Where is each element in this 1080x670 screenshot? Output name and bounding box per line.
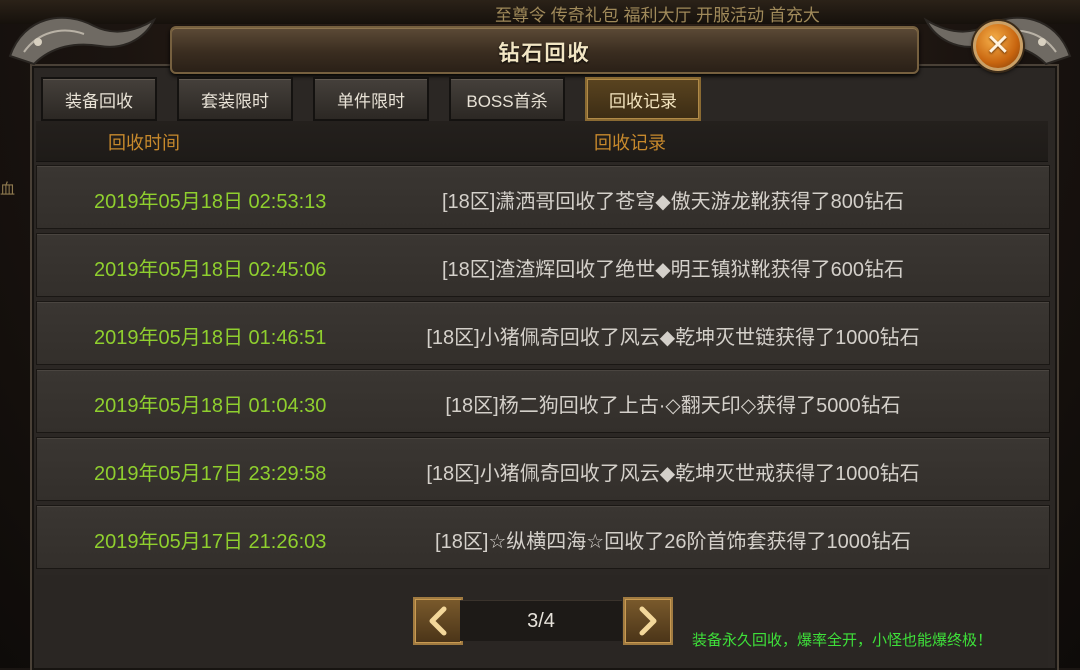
page-indicator: 3/4: [460, 600, 622, 641]
chevron-right-icon: [639, 606, 657, 636]
row-record: [18区]小猪佩奇回收了风云◆乾坤灭世链获得了1000钻石: [426, 327, 920, 349]
tab-set-limited[interactable]: 套装限时: [177, 77, 293, 121]
tab-single-limited[interactable]: 单件限时: [313, 77, 429, 121]
row-record: [18区]杨二狗回收了上古·◇翻天印◇获得了5000钻石: [445, 395, 901, 417]
row-time: 2019年05月18日 02:45:06: [94, 259, 327, 281]
row-record: [18区]渣渣辉回收了绝世◆明王镇狱靴获得了600钻石: [441, 259, 905, 281]
column-header-time: 回收时间: [108, 133, 180, 153]
close-button[interactable]: ✕: [973, 21, 1023, 71]
chevron-left-icon: [429, 606, 447, 636]
close-icon: ✕: [985, 29, 1011, 62]
background-menu-links: 至尊令 传奇礼包 福利大厅 开服活动 首充大: [495, 6, 820, 25]
next-page-button[interactable]: [623, 597, 673, 645]
row-record: [18区]小猪佩奇回收了风云◆乾坤灭世戒获得了1000钻石: [426, 463, 920, 485]
tab-equipment-recycle[interactable]: 装备回收: [41, 77, 157, 121]
row-record: [18区]潇洒哥回收了苍穹◆傲天游龙靴获得了800钻石: [441, 191, 905, 213]
window-titlebar: 钻石回收: [170, 26, 919, 74]
window-title: 钻石回收: [498, 42, 591, 65]
row-time: 2019年05月18日 01:04:30: [94, 395, 327, 417]
row-time: 2019年05月18日 01:46:51: [94, 327, 327, 349]
table-row: 2019年05月18日 01:04:30 [18区]杨二狗回收了上古·◇翻天印◇…: [36, 369, 1050, 433]
row-time: 2019年05月18日 02:53:13: [94, 191, 327, 213]
dragon-ornament-left-icon: [8, 16, 157, 66]
table-row: 2019年05月18日 02:45:06 [18区]渣渣辉回收了绝世◆明王镇狱靴…: [36, 233, 1050, 297]
previous-page-button[interactable]: [413, 597, 463, 645]
background-side-text: 血: [0, 181, 16, 198]
table-row: 2019年05月18日 01:46:51 [18区]小猪佩奇回收了风云◆乾坤灭世…: [36, 301, 1050, 365]
table-row: 2019年05月17日 23:29:58 [18区]小猪佩奇回收了风云◆乾坤灭世…: [36, 437, 1050, 501]
tab-recycle-records[interactable]: 回收记录: [585, 77, 701, 121]
table-row: 2019年05月18日 02:53:13 [18区]潇洒哥回收了苍穹◆傲天游龙靴…: [36, 165, 1050, 229]
row-record: [18区]☆纵横四海☆回收了26阶首饰套获得了1000钻石: [435, 531, 911, 553]
tab-boss-first-kill[interactable]: BOSS首杀: [449, 77, 565, 121]
table-header: 回收时间 回收记录: [36, 121, 1048, 162]
column-header-record: 回收记录: [594, 133, 666, 153]
table-row: 2019年05月17日 21:26:03 [18区]☆纵横四海☆回收了26阶首饰…: [36, 505, 1050, 569]
promo-slogan: 装备永久回收，爆率全开，小怪也能爆终极！: [692, 632, 993, 649]
row-time: 2019年05月17日 21:26:03: [94, 531, 327, 553]
row-time: 2019年05月17日 23:29:58: [94, 463, 327, 485]
